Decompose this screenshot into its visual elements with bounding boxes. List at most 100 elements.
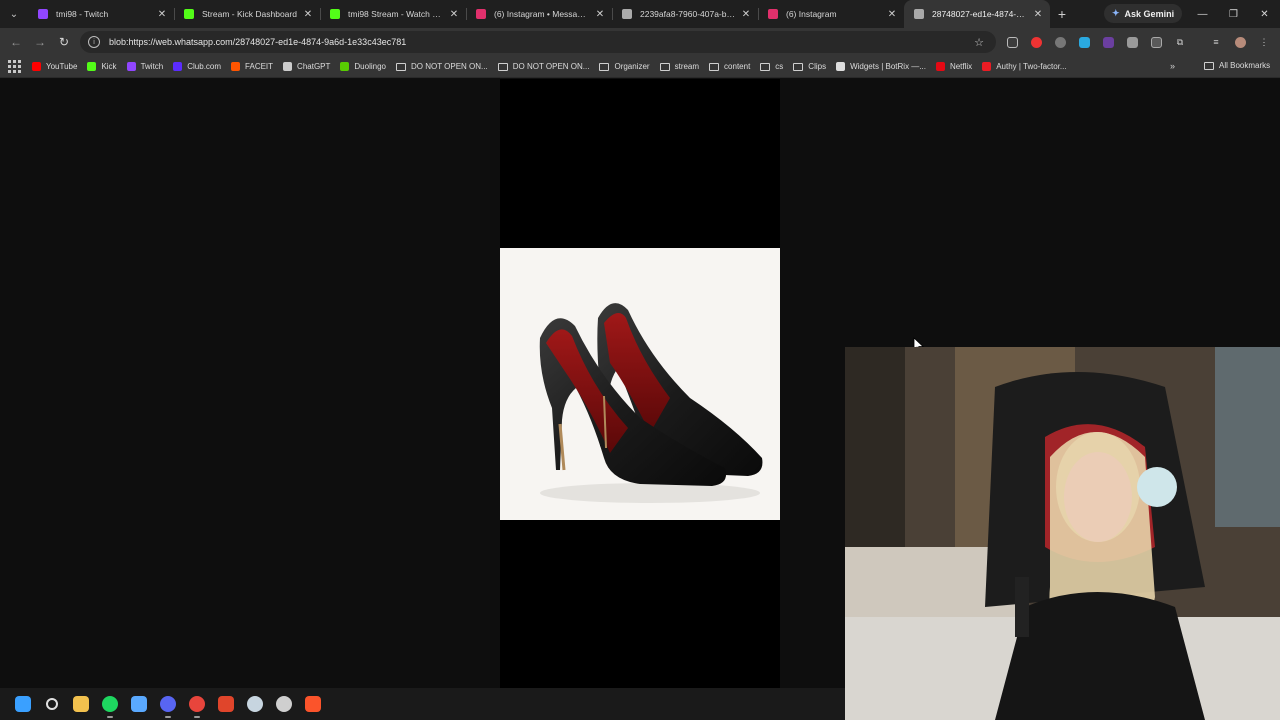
club-icon [173,62,183,71]
extension-icon[interactable] [1146,32,1166,52]
taskbar-app-button[interactable] [66,690,95,719]
tab-search-dropdown-icon[interactable]: ⌄ [0,0,28,28]
bookmark-item[interactable]: YouTube [32,62,77,71]
running-indicator [164,715,171,718]
close-tab-icon[interactable]: ✕ [448,9,460,20]
globe-icon [622,9,632,19]
taskbar-app-button[interactable] [182,690,211,719]
taskbar-app-button[interactable] [95,690,124,719]
browser-tab[interactable]: tmi98 Stream - Watch Live o ✕ [320,0,467,28]
bookmark-item[interactable]: Duolingo [340,62,386,71]
windows-start-icon [14,696,31,712]
media-controls-icon[interactable]: ≡ [1206,32,1226,52]
bookmark-item[interactable]: Club.com [173,62,221,71]
bookmark-item[interactable]: FACEIT [231,62,273,71]
extension-icon[interactable] [1122,32,1142,52]
browser-menu-icon[interactable]: ⋮ [1254,32,1274,52]
faceit-icon [231,62,241,71]
ask-gemini-button[interactable]: ✦ Ask Gemini [1104,4,1183,23]
taskbar-app-button[interactable] [240,690,269,719]
back-button[interactable]: ← [4,30,28,54]
twitch-icon [126,62,136,71]
reload-button[interactable]: ↻ [52,30,76,54]
close-tab-icon[interactable]: ✕ [740,9,752,20]
tab-title: tmi98 Stream - Watch Live o [348,9,444,19]
chrome-icon [188,696,205,712]
all-bookmarks-button[interactable]: All Bookmarks [1204,61,1270,70]
close-window-icon[interactable]: ✕ [1249,0,1280,28]
bookmark-item[interactable]: cs [760,62,783,71]
folder-icon [760,62,771,71]
browser-tab[interactable]: 28748027-ed1e-4874-9a6d ✕ [904,0,1050,28]
extensions-puzzle-icon[interactable]: ⧉ [1170,32,1190,52]
restore-icon[interactable]: ❐ [1218,0,1249,28]
bookmark-label: FACEIT [245,62,274,71]
bookmark-star-icon[interactable]: ☆ [974,36,984,49]
taskbar-app-button[interactable] [153,690,182,719]
faceit-shield-icon [217,696,234,712]
address-bar[interactable]: i blob:https://web.whatsapp.com/28748027… [80,31,996,53]
tab-title: tmi98 - Twitch [56,9,109,19]
bookmark-item[interactable]: content [709,62,750,71]
bookmark-label: Club.com [187,62,222,71]
taskbar-app-button[interactable] [298,690,327,719]
close-tab-icon[interactable]: ✕ [594,9,606,20]
taskbar-app-button[interactable] [8,690,37,719]
tab-title: (6) Instagram [786,9,837,19]
browser-tab[interactable]: (6) Instagram • Messages ✕ [466,0,613,28]
all-bookmarks-label: All Bookmarks [1219,61,1271,70]
bookmark-label: DO NOT OPEN ON... [410,62,488,71]
apps-grid-icon[interactable] [6,59,22,75]
taskbar-app-button[interactable] [124,690,153,719]
bookmark-item[interactable]: Twitch [126,62,164,71]
more-bookmarks-chevron-icon[interactable]: » [1170,61,1175,71]
bookmark-label: Organizer [614,62,650,71]
extension-icon[interactable] [1074,32,1094,52]
tab-strip: ⌄ tmi98 - Twitch ✕ Stream - Kick Dashboard… [0,0,1280,28]
bookmark-item[interactable]: Kick [87,62,117,71]
folder-icon [793,62,804,71]
extension-icon[interactable] [1002,32,1022,52]
forward-button[interactable]: → [28,30,52,54]
close-tab-icon[interactable]: ✕ [302,9,314,20]
tab-title: (6) Instagram • Messages [494,9,590,19]
taskbar-app-button[interactable] [37,690,66,719]
profile-avatar[interactable] [1230,32,1250,52]
extension-record-icon[interactable] [1026,32,1046,52]
extension-icon[interactable] [1098,32,1118,52]
browser-tab[interactable]: tmi98 - Twitch ✕ [28,0,175,28]
bookmark-item[interactable]: DO NOT OPEN ON... [395,62,488,71]
site-info-icon[interactable]: i [88,36,100,48]
bookmark-item[interactable]: Clips [793,62,826,71]
instagram-icon [768,9,778,19]
new-tab-button[interactable]: + [1050,0,1074,28]
extension-icon[interactable] [1050,32,1070,52]
bookmark-label: ChatGPT [297,62,331,71]
running-indicator [193,715,200,718]
close-tab-icon[interactable]: ✕ [156,9,168,20]
close-tab-icon[interactable]: ✕ [886,9,898,20]
authy-icon [982,62,992,71]
bookmark-item[interactable]: stream [659,62,699,71]
browser-tab[interactable]: Stream - Kick Dashboard ✕ [174,0,321,28]
browser-tab[interactable]: (6) Instagram ✕ [758,0,905,28]
close-tab-icon[interactable]: ✕ [1032,9,1044,20]
bookmark-item[interactable]: Authy | Two-factor... [982,62,1067,71]
taskbar-app-button[interactable] [211,690,240,719]
obs-icon [275,696,292,712]
bookmark-item[interactable]: ChatGPT [283,62,330,71]
minimize-icon[interactable]: — [1187,0,1218,28]
bookmark-label: Twitch [140,62,164,71]
browser-toolbar: ← → ↻ i blob:https://web.whatsapp.com/28… [0,28,1280,56]
kick-icon [184,9,194,19]
taskbar-app-button[interactable] [269,690,298,719]
bookmark-item[interactable]: Organizer [599,62,650,71]
instagram-icon [476,9,486,19]
bookmark-label: cs [775,62,784,71]
bookmark-item[interactable]: Widgets | BotRix —... [836,62,926,71]
browser-tab[interactable]: 2239afa8-7960-407a-b063 ✕ [612,0,759,28]
tab-title: Stream - Kick Dashboard [202,9,297,19]
bookmark-item[interactable]: DO NOT OPEN ON... [497,62,589,71]
botrix-icon [836,62,846,71]
bookmark-item[interactable]: Netflix [935,62,972,71]
